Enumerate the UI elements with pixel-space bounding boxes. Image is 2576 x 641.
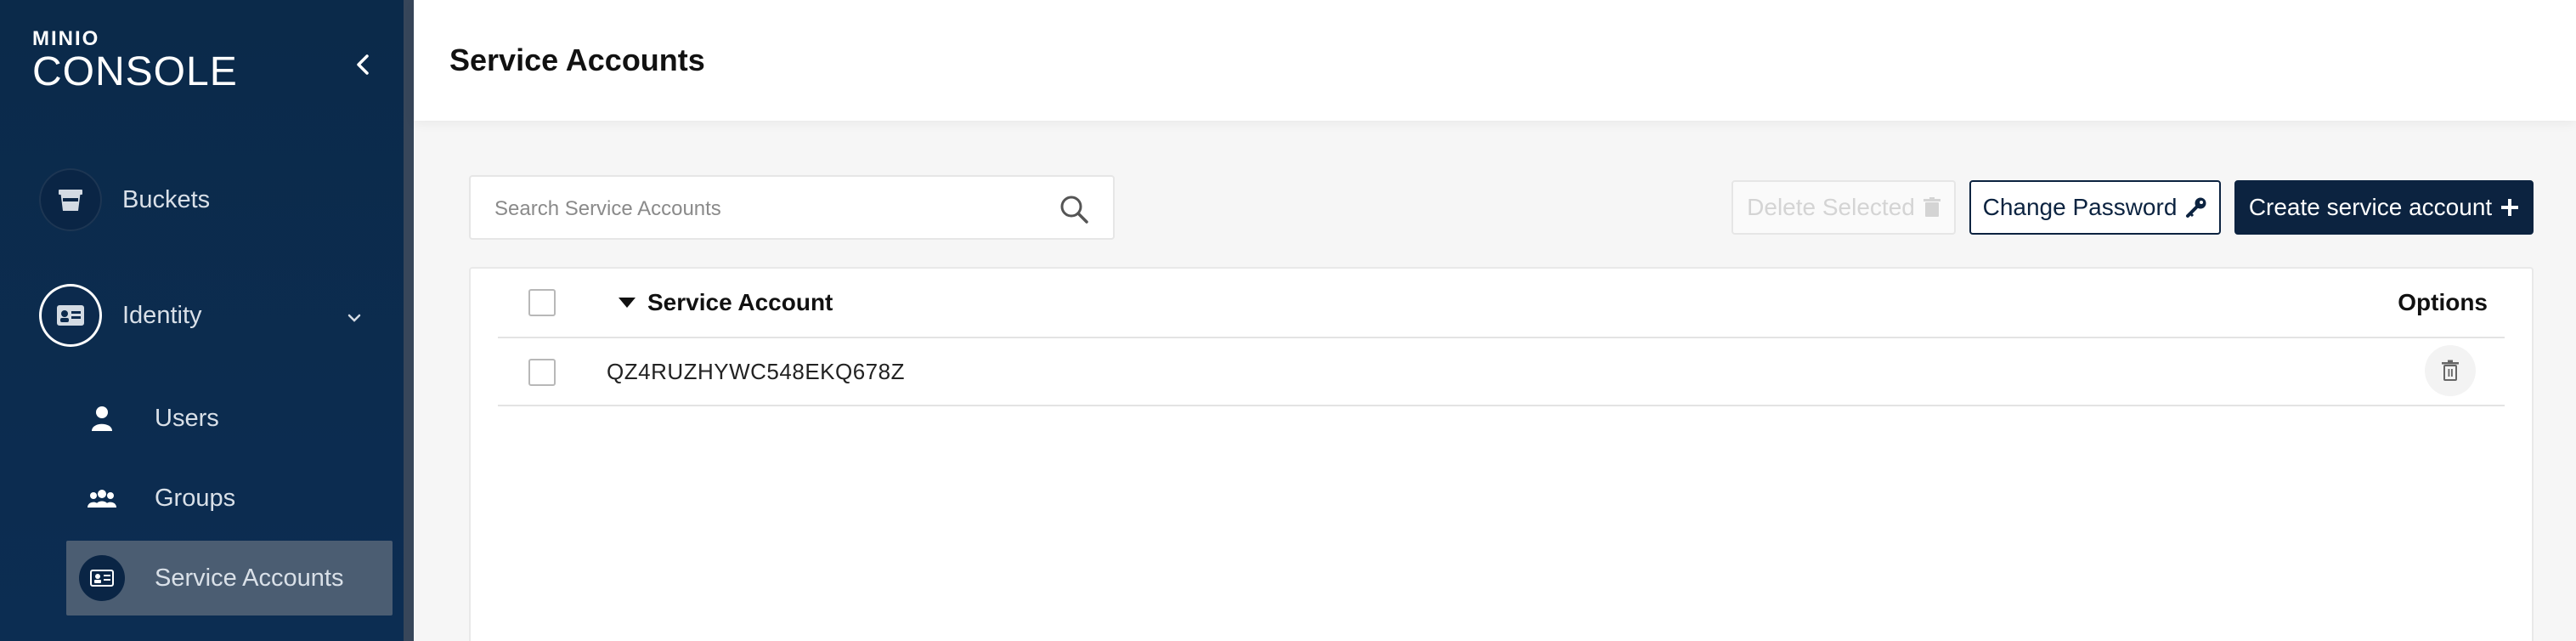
sidebar-item-label: Service Accounts [155, 564, 344, 592]
id-card-icon [39, 284, 102, 347]
logo-main-text: CONSOLE [32, 49, 238, 94]
select-all-checkbox[interactable] [528, 289, 556, 316]
logo-top-text: MINIO [32, 27, 100, 50]
sidebar-item-groups[interactable]: Groups [66, 461, 393, 536]
nav-item-identity[interactable]: Identity [39, 284, 202, 347]
delete-selected-button[interactable]: Delete Selected [1731, 180, 1956, 235]
page-title: Service Accounts [449, 43, 705, 77]
change-password-button[interactable]: Change Password [1969, 180, 2221, 235]
search-icon[interactable] [1059, 194, 1089, 224]
service-account-icon [79, 555, 125, 601]
row-delete-button[interactable] [2425, 345, 2476, 396]
nav-label-identity: Identity [122, 301, 202, 329]
sidebar-divider [404, 0, 414, 641]
create-service-account-button[interactable]: Create service account [2234, 180, 2534, 235]
table-header: Service Account Options [498, 269, 2505, 338]
trash-icon [1923, 197, 1940, 217]
search-input[interactable] [494, 192, 1004, 226]
user-icon [66, 405, 138, 432]
change-password-label: Change Password [1982, 194, 2178, 220]
chevron-down-icon[interactable] [344, 308, 364, 328]
bucket-icon [39, 168, 102, 231]
column-header-options: Options [2398, 289, 2488, 315]
plus-icon [2501, 199, 2519, 216]
chevron-left-icon [357, 54, 369, 75]
sidebar-item-users[interactable]: Users [66, 381, 393, 456]
trash-icon [2442, 360, 2459, 381]
sidebar-item-label: Groups [155, 484, 236, 512]
column-header-service-account[interactable]: Service Account [647, 289, 833, 316]
search-box [469, 175, 1115, 240]
collapse-sidebar-button[interactable] [348, 49, 379, 80]
nav-item-buckets[interactable]: Buckets [39, 168, 210, 231]
create-service-account-label: Create service account [2248, 194, 2493, 220]
service-accounts-table: Service Account Options QZ4RUZHYWC548EKQ… [469, 267, 2534, 641]
page-header: Service Accounts [414, 0, 2576, 121]
key-icon [2186, 197, 2206, 218]
sort-desc-icon[interactable] [619, 296, 636, 309]
sidebar-item-service-accounts[interactable]: Service Accounts [66, 541, 393, 615]
sidebar: MINIO CONSOLE Buckets Identity Users Gro… [0, 0, 404, 641]
service-account-id: QZ4RUZHYWC548EKQ678Z [607, 359, 905, 384]
delete-selected-label: Delete Selected [1747, 194, 1915, 220]
table-row[interactable]: QZ4RUZHYWC548EKQ678Z [498, 338, 2505, 406]
group-icon [66, 487, 138, 509]
nav-label-buckets: Buckets [122, 185, 211, 213]
minio-console-logo: MINIO CONSOLE [32, 29, 238, 94]
sidebar-item-label: Users [155, 404, 219, 432]
row-checkbox[interactable] [528, 359, 556, 386]
